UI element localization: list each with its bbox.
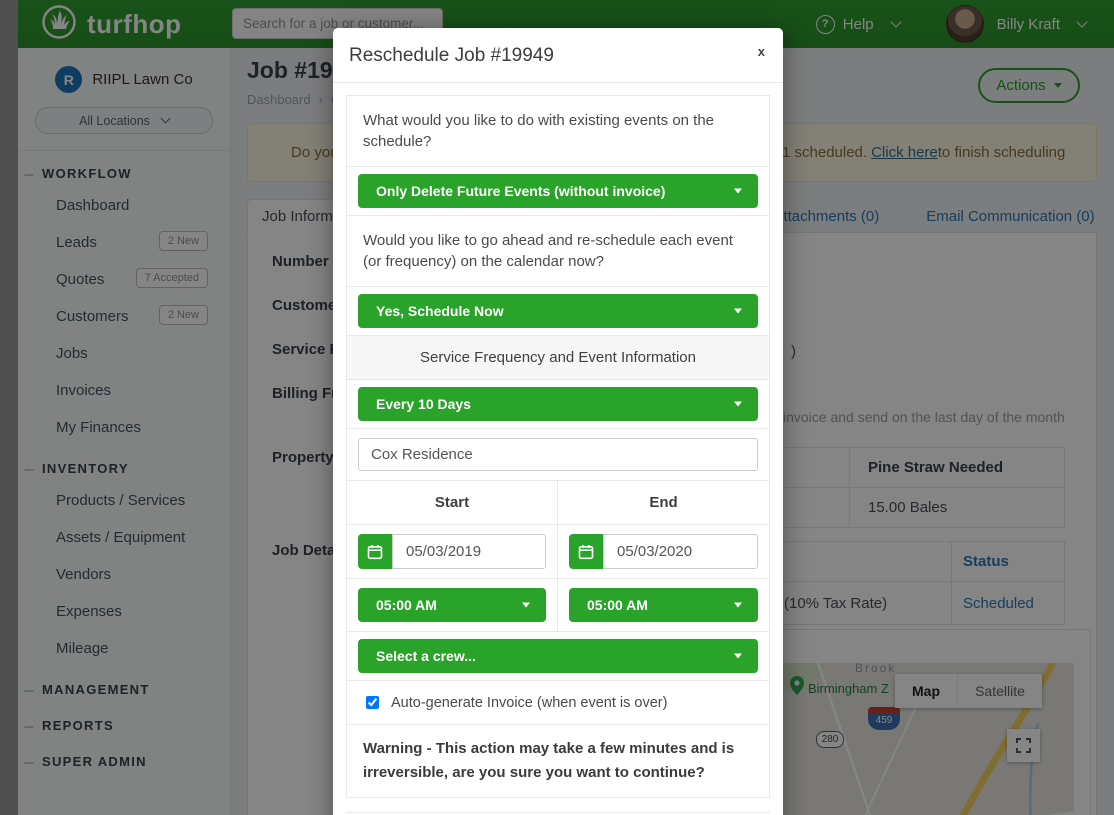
auto-invoice-checkbox[interactable] xyxy=(366,696,379,709)
calendar-icon-button[interactable] xyxy=(358,534,392,569)
modal-form: What would you like to do with existing … xyxy=(346,95,770,798)
start-column-header: Start xyxy=(347,481,558,524)
date-row xyxy=(347,524,769,578)
frequency-dropdown[interactable]: Every 10 Days xyxy=(358,387,758,421)
start-time-dropdown[interactable]: 05:00 AM xyxy=(358,588,546,622)
end-date-cell xyxy=(558,525,769,578)
calendar-icon xyxy=(367,544,383,560)
end-time-dropdown[interactable]: 05:00 AM xyxy=(569,588,758,622)
dropdown-value: Every 10 Days xyxy=(376,396,471,412)
dropdown-value: Select a crew... xyxy=(376,648,476,664)
close-icon[interactable]: x xyxy=(758,44,765,59)
caret-down-icon xyxy=(734,603,742,608)
section-header: Service Frequency and Event Information xyxy=(347,335,769,379)
crew-row: Select a crew... xyxy=(347,631,769,680)
question-existing-events: What would you like to do with existing … xyxy=(347,96,769,166)
event-name-input[interactable] xyxy=(358,438,758,471)
event-name-row xyxy=(347,428,769,480)
crew-dropdown[interactable]: Select a crew... xyxy=(358,639,758,673)
start-end-header-row: Start End xyxy=(347,480,769,524)
question-reschedule-now: Would you like to go ahead and re-schedu… xyxy=(347,215,769,286)
app-root: turfhop ? Help Billy Kraft R RIIPL Lawn … xyxy=(0,0,1114,815)
calendar-icon-button[interactable] xyxy=(569,534,603,569)
warning-text: Warning - This action may take a few min… xyxy=(347,724,769,797)
existing-events-dropdown[interactable]: Only Delete Future Events (without invoi… xyxy=(358,174,758,208)
caret-down-icon xyxy=(734,309,742,314)
existing-events-row: Only Delete Future Events (without invoi… xyxy=(347,166,769,215)
frequency-row: Every 10 Days xyxy=(347,379,769,428)
start-date-input[interactable] xyxy=(392,534,546,569)
reschedule-modal: Reschedule Job #19949 x What would you l… xyxy=(333,28,783,815)
modal-body: What would you like to do with existing … xyxy=(333,83,783,815)
time-row: 05:00 AM 05:00 AM xyxy=(347,578,769,631)
end-column-header: End xyxy=(558,481,769,524)
schedule-now-row: Yes, Schedule Now xyxy=(347,286,769,335)
dropdown-value: Yes, Schedule Now xyxy=(376,303,504,319)
dropdown-value: 05:00 AM xyxy=(376,597,437,613)
modal-header: Reschedule Job #19949 x xyxy=(333,28,783,83)
calendar-icon xyxy=(578,544,594,560)
modal-title: Reschedule Job #19949 xyxy=(349,45,554,66)
dropdown-value: Only Delete Future Events (without invoi… xyxy=(376,183,665,199)
start-date-cell xyxy=(347,525,558,578)
auto-invoice-label: Auto-generate Invoice (when event is ove… xyxy=(391,695,667,711)
caret-down-icon xyxy=(734,402,742,407)
end-time-cell: 05:00 AM xyxy=(558,579,769,631)
auto-invoice-row: Auto-generate Invoice (when event is ove… xyxy=(347,680,769,724)
dropdown-value: 05:00 AM xyxy=(587,597,648,613)
caret-down-icon xyxy=(734,654,742,659)
end-date-input[interactable] xyxy=(603,534,758,569)
start-time-cell: 05:00 AM xyxy=(347,579,558,631)
schedule-now-dropdown[interactable]: Yes, Schedule Now xyxy=(358,294,758,328)
caret-down-icon xyxy=(522,603,530,608)
caret-down-icon xyxy=(734,189,742,194)
